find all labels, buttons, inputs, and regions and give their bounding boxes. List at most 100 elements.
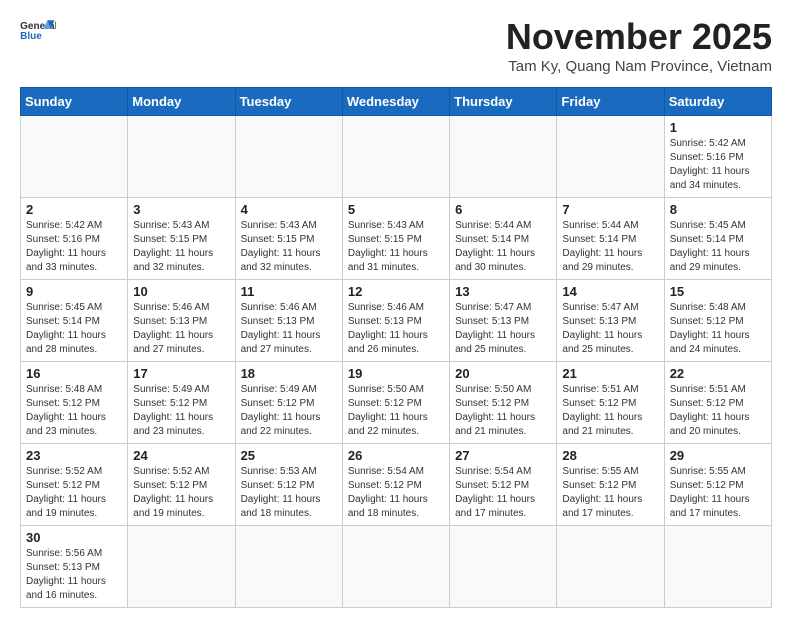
calendar-cell: 26 Sunrise: 5:54 AM Sunset: 5:12 PM Dayli… [342,444,449,526]
day-info: Sunrise: 5:43 AM Sunset: 5:15 PM Dayligh… [348,219,444,275]
day-info: Sunrise: 5:52 AM Sunset: 5:12 PM Dayligh… [26,465,122,521]
day-info: Sunrise: 5:53 AM Sunset: 5:12 PM Dayligh… [241,465,337,521]
calendar-cell: 13 Sunrise: 5:47 AM Sunset: 5:13 PM Dayli… [450,280,557,362]
day-number: 26 [348,448,444,463]
calendar-cell: 25 Sunrise: 5:53 AM Sunset: 5:12 PM Dayli… [235,444,342,526]
day-info: Sunrise: 5:49 AM Sunset: 5:12 PM Dayligh… [133,383,229,439]
day-info: Sunrise: 5:54 AM Sunset: 5:12 PM Dayligh… [455,465,551,521]
day-number: 6 [455,202,551,217]
day-info: Sunrise: 5:44 AM Sunset: 5:14 PM Dayligh… [562,219,658,275]
weekday-header-wednesday: Wednesday [342,88,449,116]
calendar-cell [342,526,449,608]
calendar-cell: 21 Sunrise: 5:51 AM Sunset: 5:12 PM Dayli… [557,362,664,444]
calendar-week-row: 30 Sunrise: 5:56 AM Sunset: 5:13 PM Dayli… [21,526,772,608]
calendar-cell: 15 Sunrise: 5:48 AM Sunset: 5:12 PM Dayli… [664,280,771,362]
calendar-cell: 23 Sunrise: 5:52 AM Sunset: 5:12 PM Dayli… [21,444,128,526]
calendar-cell: 12 Sunrise: 5:46 AM Sunset: 5:13 PM Dayli… [342,280,449,362]
calendar-cell: 7 Sunrise: 5:44 AM Sunset: 5:14 PM Daylig… [557,198,664,280]
day-info: Sunrise: 5:48 AM Sunset: 5:12 PM Dayligh… [670,301,766,357]
day-number: 8 [670,202,766,217]
day-number: 7 [562,202,658,217]
day-info: Sunrise: 5:55 AM Sunset: 5:12 PM Dayligh… [670,465,766,521]
calendar-cell: 3 Sunrise: 5:43 AM Sunset: 5:15 PM Daylig… [128,198,235,280]
weekday-header-sunday: Sunday [21,88,128,116]
day-number: 4 [241,202,337,217]
day-number: 28 [562,448,658,463]
day-number: 20 [455,366,551,381]
logo: General Blue [20,16,56,46]
day-number: 17 [133,366,229,381]
logo-icon: General Blue [20,16,56,46]
calendar-cell [664,526,771,608]
weekday-header-monday: Monday [128,88,235,116]
day-number: 24 [133,448,229,463]
calendar-cell: 30 Sunrise: 5:56 AM Sunset: 5:13 PM Dayli… [21,526,128,608]
calendar-cell: 4 Sunrise: 5:43 AM Sunset: 5:15 PM Daylig… [235,198,342,280]
day-info: Sunrise: 5:43 AM Sunset: 5:15 PM Dayligh… [133,219,229,275]
day-number: 27 [455,448,551,463]
day-info: Sunrise: 5:43 AM Sunset: 5:15 PM Dayligh… [241,219,337,275]
day-number: 1 [670,120,766,135]
calendar-cell: 5Sunrise: 5:43 AM Sunset: 5:15 PM Daylig… [342,198,449,280]
day-number: 22 [670,366,766,381]
calendar-cell: 14Sunrise: 5:47 AM Sunset: 5:13 PM Dayli… [557,280,664,362]
day-info: Sunrise: 5:42 AM Sunset: 5:16 PM Dayligh… [26,219,122,275]
day-number: 3 [133,202,229,217]
calendar-cell: 22 Sunrise: 5:51 AM Sunset: 5:12 PM Dayli… [664,362,771,444]
weekday-header-friday: Friday [557,88,664,116]
calendar-cell: 9Sunrise: 5:45 AM Sunset: 5:14 PM Daylig… [21,280,128,362]
calendar-cell [342,116,449,198]
calendar-cell: 29 Sunrise: 5:55 AM Sunset: 5:12 PM Dayli… [664,444,771,526]
day-number: 12 [348,284,444,299]
title-block: November 2025 Tam Ky, Quang Nam Province… [506,16,772,75]
day-info: Sunrise: 5:45 AM Sunset: 5:14 PM Dayligh… [670,219,766,275]
day-number: 25 [241,448,337,463]
day-info: Sunrise: 5:42 AM Sunset: 5:16 PM Dayligh… [670,137,766,193]
calendar-cell: 24Sunrise: 5:52 AM Sunset: 5:12 PM Dayli… [128,444,235,526]
day-number: 30 [26,530,122,545]
calendar-cell: 8 Sunrise: 5:45 AM Sunset: 5:14 PM Daylig… [664,198,771,280]
day-info: Sunrise: 5:47 AM Sunset: 5:13 PM Dayligh… [562,301,658,357]
day-info: Sunrise: 5:56 AM Sunset: 5:13 PM Dayligh… [26,547,122,603]
calendar-week-row: 23 Sunrise: 5:52 AM Sunset: 5:12 PM Dayli… [21,444,772,526]
day-number: 15 [670,284,766,299]
day-info: Sunrise: 5:46 AM Sunset: 5:13 PM Dayligh… [133,301,229,357]
day-info: Sunrise: 5:46 AM Sunset: 5:13 PM Dayligh… [241,301,337,357]
calendar-cell: 2Sunrise: 5:42 AM Sunset: 5:16 PM Daylig… [21,198,128,280]
calendar-cell [557,526,664,608]
day-info: Sunrise: 5:46 AM Sunset: 5:13 PM Dayligh… [348,301,444,357]
day-number: 19 [348,366,444,381]
calendar-week-row: 9Sunrise: 5:45 AM Sunset: 5:14 PM Daylig… [21,280,772,362]
calendar-cell: 11 Sunrise: 5:46 AM Sunset: 5:13 PM Dayli… [235,280,342,362]
day-number: 18 [241,366,337,381]
calendar-cell [235,116,342,198]
day-number: 13 [455,284,551,299]
calendar-cell: 10 Sunrise: 5:46 AM Sunset: 5:13 PM Dayli… [128,280,235,362]
calendar-cell [21,116,128,198]
day-info: Sunrise: 5:50 AM Sunset: 5:12 PM Dayligh… [348,383,444,439]
day-number: 29 [670,448,766,463]
day-info: Sunrise: 5:47 AM Sunset: 5:13 PM Dayligh… [455,301,551,357]
calendar-week-row: 16Sunrise: 5:48 AM Sunset: 5:12 PM Dayli… [21,362,772,444]
calendar-cell [235,526,342,608]
day-number: 23 [26,448,122,463]
day-info: Sunrise: 5:51 AM Sunset: 5:12 PM Dayligh… [670,383,766,439]
day-info: Sunrise: 5:49 AM Sunset: 5:12 PM Dayligh… [241,383,337,439]
calendar-cell: 19 Sunrise: 5:50 AM Sunset: 5:12 PM Dayli… [342,362,449,444]
svg-text:Blue: Blue [20,31,42,42]
calendar-cell [557,116,664,198]
day-number: 11 [241,284,337,299]
weekday-header-thursday: Thursday [450,88,557,116]
calendar-cell: 18 Sunrise: 5:49 AM Sunset: 5:12 PM Dayli… [235,362,342,444]
calendar-cell [450,526,557,608]
day-number: 21 [562,366,658,381]
day-info: Sunrise: 5:48 AM Sunset: 5:12 PM Dayligh… [26,383,122,439]
weekday-header-row: SundayMondayTuesdayWednesdayThursdayFrid… [21,88,772,116]
calendar-cell [128,116,235,198]
calendar-cell: 17 Sunrise: 5:49 AM Sunset: 5:12 PM Dayli… [128,362,235,444]
day-info: Sunrise: 5:54 AM Sunset: 5:12 PM Dayligh… [348,465,444,521]
day-info: Sunrise: 5:51 AM Sunset: 5:12 PM Dayligh… [562,383,658,439]
calendar-cell: 6Sunrise: 5:44 AM Sunset: 5:14 PM Daylig… [450,198,557,280]
day-number: 10 [133,284,229,299]
calendar-cell: 20Sunrise: 5:50 AM Sunset: 5:12 PM Dayli… [450,362,557,444]
